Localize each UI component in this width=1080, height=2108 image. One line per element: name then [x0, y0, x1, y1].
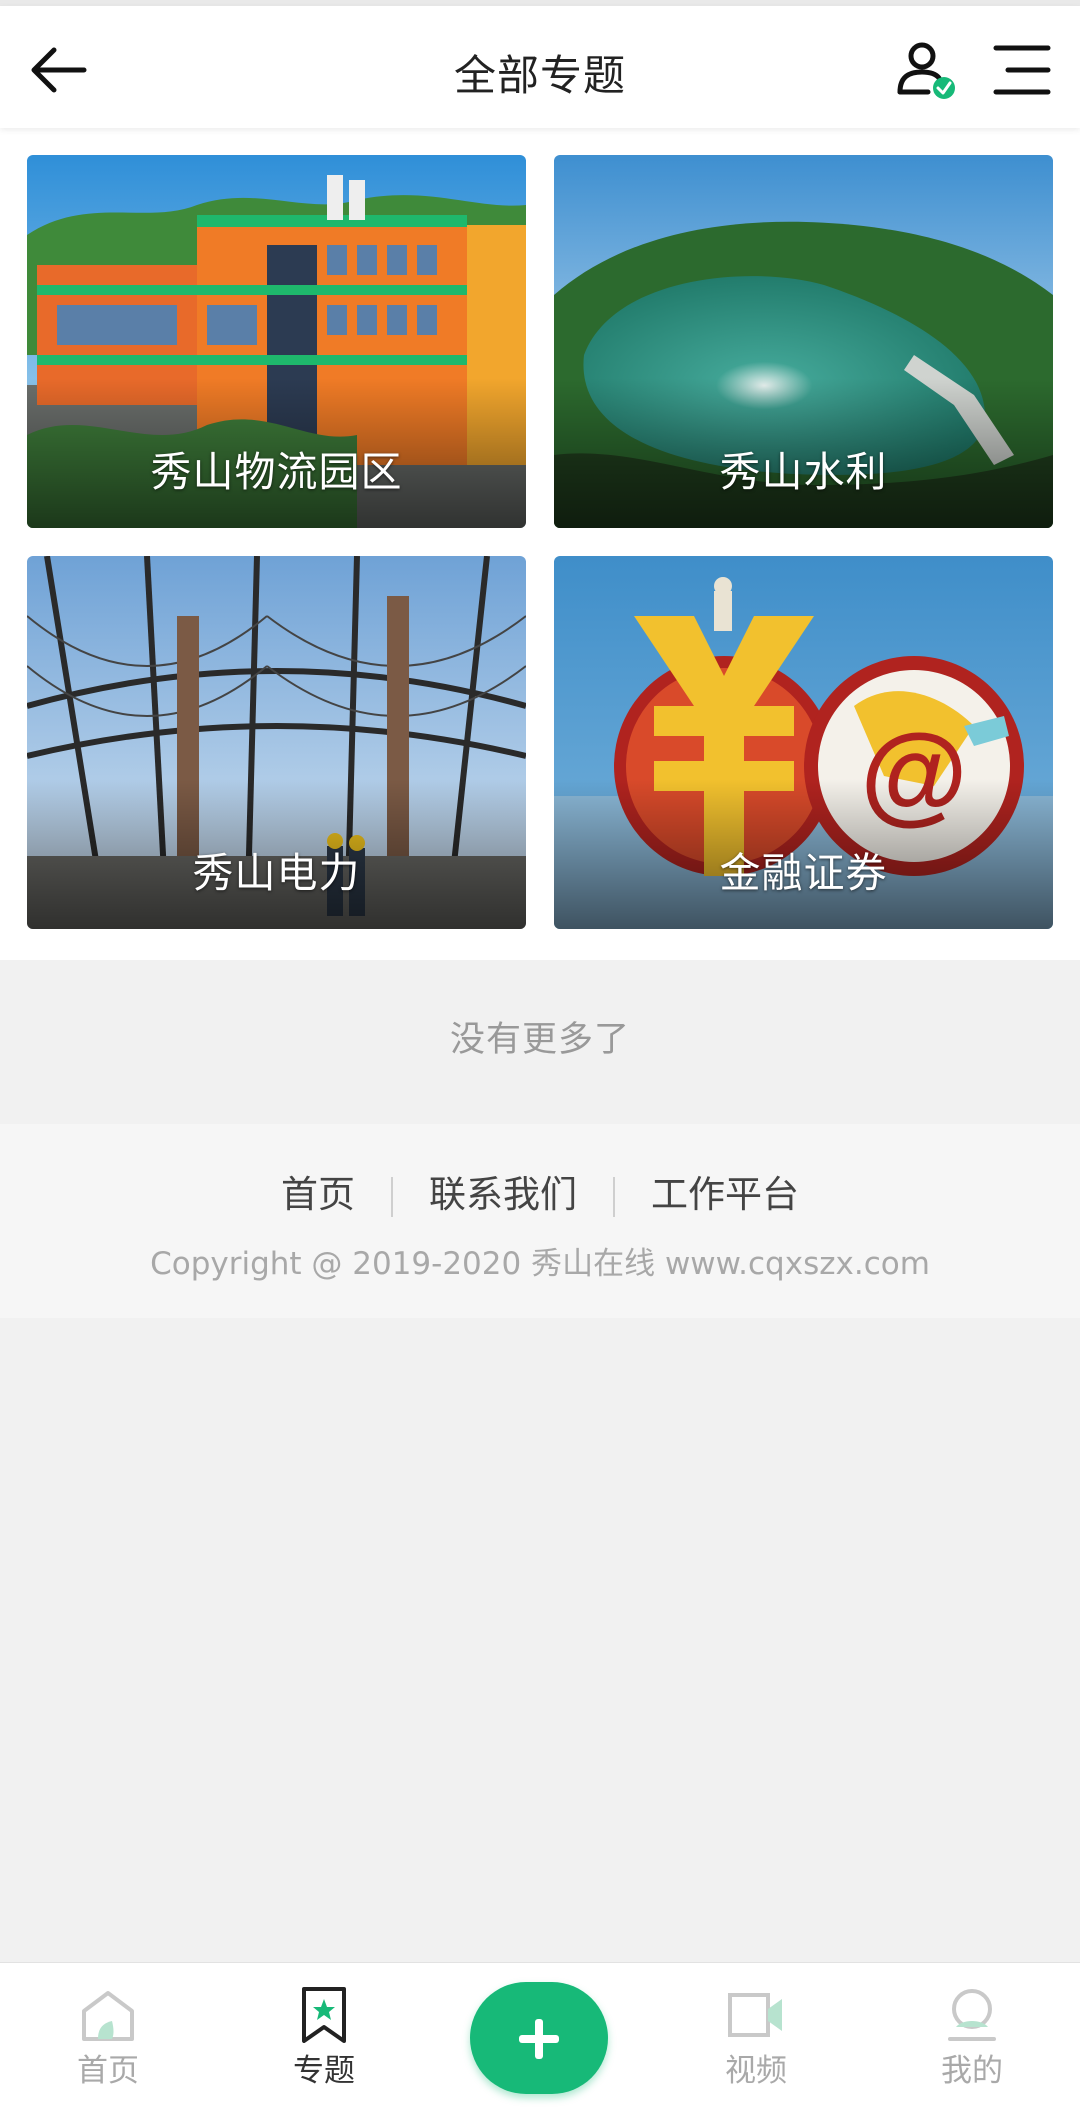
home-icon [82, 1991, 134, 2041]
topic-card-logistics-park[interactable]: 秀山物流园区 [27, 155, 526, 528]
footer-link-contact[interactable]: 联系我们 [393, 1164, 613, 1218]
no-more-indicator: 没有更多了 [0, 960, 1080, 1124]
app-screen: 全部专题 秀山物流园区 秀山水利 秀山电力 @ 金融证券 没有更多了 首页 联系… [0, 0, 1080, 2108]
video-icon [728, 1993, 782, 2037]
topic-card-finance-securities[interactable]: @ 金融证券 [554, 556, 1053, 929]
plus-icon-bar [519, 2035, 559, 2043]
menu-button[interactable] [992, 42, 1052, 98]
tab-video[interactable]: 视频 [676, 1963, 836, 2108]
footer-link-home[interactable]: 首页 [245, 1164, 391, 1218]
topic-card-label: 秀山物流园区 [150, 448, 403, 496]
topic-card-electric-power[interactable]: 秀山电力 [27, 556, 526, 929]
bookmark-star-icon [302, 1987, 346, 2043]
top-header: 全部专题 [0, 6, 1080, 128]
tab-label: 我的 [941, 2053, 1003, 2089]
topic-card-label: 秀山电力 [192, 849, 361, 897]
tab-topics[interactable]: 专题 [244, 1963, 404, 2108]
footer-links: 首页 联系我们 工作平台 [0, 1164, 1080, 1218]
tab-label: 视频 [725, 2053, 787, 2089]
copyright-text: Copyright @ 2019-2020 秀山在线 www.cqxszx.co… [150, 1246, 930, 1282]
topic-card-label: 金融证券 [719, 849, 888, 897]
tab-label: 首页 [77, 2053, 139, 2089]
user-verified-icon [897, 42, 955, 99]
tab-label: 专题 [293, 2053, 355, 2089]
profile-icon [948, 1989, 996, 2041]
tab-home[interactable]: 首页 [28, 1963, 188, 2108]
menu-icon [993, 45, 1051, 95]
user-account-button[interactable] [892, 36, 960, 104]
tab-mine[interactable]: 我的 [892, 1963, 1052, 2108]
page-footer: 首页 联系我们 工作平台 Copyright @ 2019-2020 秀山在线 ww… [0, 1124, 1080, 1318]
footer-link-workspace[interactable]: 工作平台 [615, 1164, 835, 1218]
create-post-button[interactable] [470, 1982, 608, 2094]
topic-card-label: 秀山水利 [719, 448, 888, 496]
topic-card-water-conservancy[interactable]: 秀山水利 [554, 155, 1053, 528]
